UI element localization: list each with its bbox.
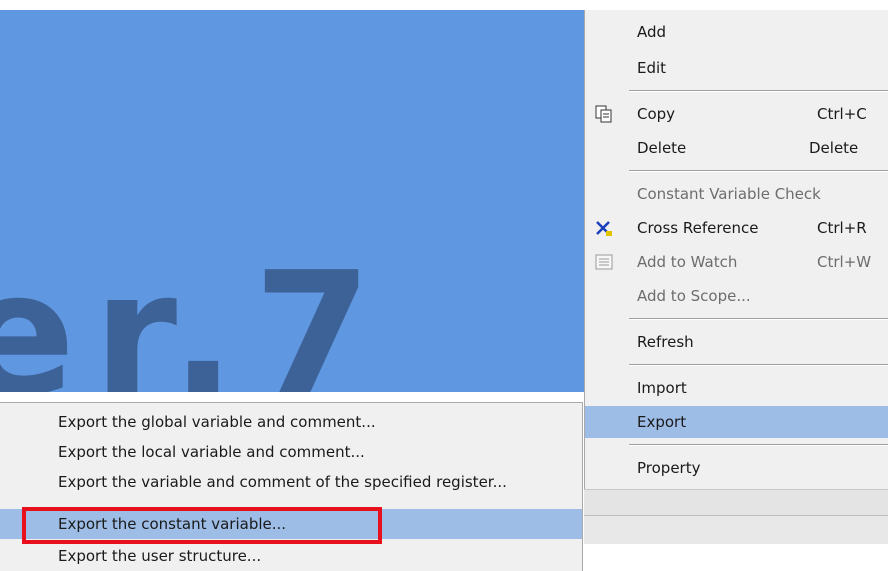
menu-item-label: Add — [637, 23, 667, 41]
splash-text: er.7 — [0, 236, 390, 402]
menu-separator — [629, 444, 888, 446]
submenu-item-label: Export the variable and comment of the s… — [58, 473, 507, 491]
menu-separator — [629, 90, 888, 92]
menu-item-add[interactable]: Add — [585, 16, 888, 48]
menu-item-shortcut: Ctrl+W — [817, 253, 872, 271]
background-window-bar — [584, 489, 888, 516]
menu-item-edit[interactable]: Edit — [585, 52, 888, 84]
menu-item-label: Delete — [637, 139, 687, 157]
menu-item-label: Property — [637, 459, 701, 477]
menu-item-label: Copy — [637, 105, 676, 123]
copy-icon — [595, 105, 613, 123]
background-window-area — [584, 544, 888, 570]
submenu-item-label: Export the user structure... — [58, 547, 262, 565]
splash-banner: er.7 — [0, 10, 586, 402]
menu-item-export[interactable]: Export — [585, 406, 888, 438]
menu-item-property[interactable]: Property — [585, 452, 888, 484]
menu-item-constant-variable-check[interactable]: Constant Variable Check — [585, 178, 888, 210]
menu-separator — [629, 170, 888, 172]
context-menu: Add Edit Copy Ctrl+C Delete Delete Const… — [584, 10, 888, 490]
background-window-bar — [584, 515, 888, 545]
menu-item-label: Refresh — [637, 333, 694, 351]
highlight-annotation-box — [22, 507, 382, 544]
menu-item-delete[interactable]: Delete Delete — [585, 132, 888, 164]
export-submenu: Export the global variable and comment..… — [0, 402, 583, 571]
menu-item-cross-reference[interactable]: Cross Reference Ctrl+R — [585, 212, 888, 244]
cross-reference-icon — [595, 219, 613, 237]
submenu-item-export-register[interactable]: Export the variable and comment of the s… — [0, 467, 582, 497]
submenu-item-export-local[interactable]: Export the local variable and comment... — [0, 437, 582, 467]
submenu-item-label: Export the global variable and comment..… — [58, 413, 376, 431]
menu-item-label: Edit — [637, 59, 667, 77]
splash-gap — [0, 392, 586, 402]
menu-item-import[interactable]: Import — [585, 372, 888, 404]
watch-icon — [595, 253, 613, 271]
submenu-item-label: Export the local variable and comment... — [58, 443, 365, 461]
menu-item-shortcut: Ctrl+R — [817, 219, 867, 237]
menu-separator — [629, 364, 888, 366]
menu-item-label: Add to Scope... — [637, 287, 751, 305]
menu-item-shortcut: Delete — [809, 139, 859, 157]
menu-item-add-to-scope[interactable]: Add to Scope... — [585, 280, 888, 312]
submenu-item-export-global[interactable]: Export the global variable and comment..… — [0, 407, 582, 437]
menu-item-label: Export — [637, 413, 687, 431]
menu-item-add-to-watch[interactable]: Add to Watch Ctrl+W — [585, 246, 888, 278]
submenu-item-export-user-structure[interactable]: Export the user structure... — [0, 541, 582, 571]
menu-item-copy[interactable]: Copy Ctrl+C — [585, 98, 888, 130]
menu-item-refresh[interactable]: Refresh — [585, 326, 888, 358]
menu-item-label: Add to Watch — [637, 253, 738, 271]
menu-item-label: Import — [637, 379, 687, 397]
menu-item-shortcut: Ctrl+C — [817, 105, 867, 123]
menu-item-label: Constant Variable Check — [637, 185, 821, 203]
menu-item-label: Cross Reference — [637, 219, 759, 237]
menu-separator — [629, 318, 888, 320]
